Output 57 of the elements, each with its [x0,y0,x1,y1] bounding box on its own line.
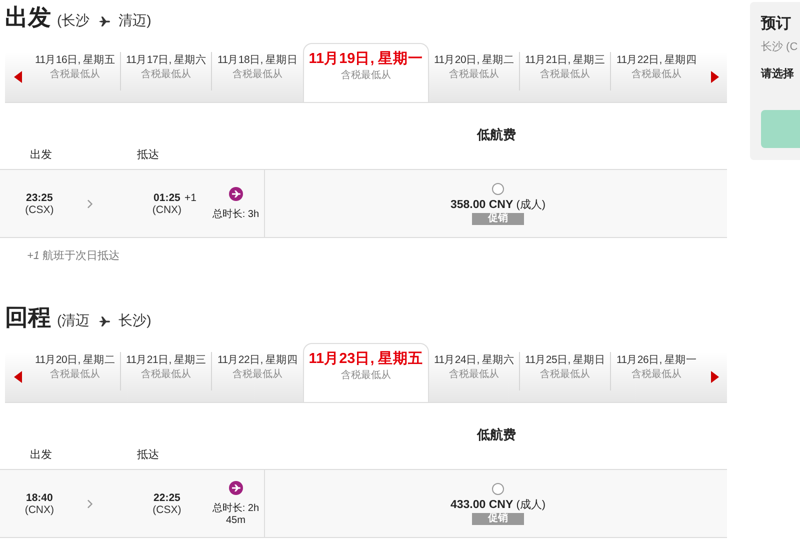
date-tab[interactable]: 11月19日, 星期一 含税最低从 [303,43,429,102]
route-text: 长沙) [118,312,152,330]
airline-plane-icon [228,480,243,494]
column-header: 抵达 [137,449,159,461]
date-tab[interactable]: 11月20日, 星期二 含税最低从 [30,352,121,402]
date-tab[interactable]: 11月20日, 星期二 含税最低从 [429,52,520,102]
chevron-icon [86,198,93,208]
promo-tag: 促销 [472,212,524,224]
previous-arrow-icon[interactable] [14,71,22,83]
fare-price: 358.00 CNY (成人) [450,198,546,212]
route-text: (清迈 [57,312,90,330]
next-arrow-icon[interactable] [710,371,718,383]
depart-time: 18:40 [26,492,53,504]
airport-code: (CSX) [25,204,54,216]
airport-code: (CNX) [152,204,182,216]
plane-icon [98,314,111,328]
date-tab[interactable]: 11月17日, 星期六 含税最低从 [121,52,212,102]
date-tab[interactable]: 11月16日, 星期五 含税最低从 [30,52,121,102]
footnote: +1 航班于次日抵达 [26,248,120,263]
date-tab[interactable]: 11月25日, 星期日 含税最低从 [520,352,611,402]
date-tab[interactable]: 11月22日, 星期四 含税最低从 [611,52,702,102]
date-tab[interactable]: 11月18日, 星期日 含税最低从 [212,52,303,102]
date-tab[interactable]: 11月26日, 星期一 含税最低从 [611,352,702,402]
chevron-icon [86,498,93,508]
date-tab[interactable]: 11月21日, 星期三 含税最低从 [520,52,611,102]
next-arrow-icon[interactable] [710,71,718,83]
summary-title: 预订 [761,14,792,33]
date-tab[interactable]: 11月23日, 星期五 含税最低从 [303,343,429,402]
arrive-time: 01:25 [154,192,180,204]
arrive-time: 22:25 [154,492,180,504]
day-offset: +1 [184,192,196,204]
fare-price: 433.00 CNY (成人) [450,498,546,512]
column-header: 出发 [30,449,52,461]
summary-route: 长沙 (C [761,40,799,54]
fare-header: 低航费 [477,426,516,444]
fare-header: 低航费 [477,126,516,144]
section-title: 回程 [5,303,51,332]
column-header: 抵达 [137,149,159,161]
airport-code: (CSX) [152,504,182,516]
route-text: (长沙 [57,12,90,30]
date-tab[interactable]: 11月22日, 星期四 含税最低从 [212,352,303,402]
section-title: 出发 [5,3,51,32]
fare-radio[interactable] [492,482,504,494]
summary-prompt: 请选择 [761,66,795,81]
airport-code: (CNX) [24,504,54,516]
depart-time: 23:25 [26,192,53,204]
column-header: 出发 [30,149,52,161]
route-text: 清迈) [118,12,152,30]
previous-arrow-icon[interactable] [14,371,22,383]
plane-icon [98,14,111,28]
duration-text: 总时长: 3h [212,208,260,220]
date-tab[interactable]: 11月21日, 星期三 含税最低从 [121,352,212,402]
promo-tag: 促销 [472,512,524,524]
fare-radio[interactable] [492,182,504,194]
date-tab[interactable]: 11月24日, 星期六 含税最低从 [429,352,520,402]
airline-plane-icon [228,186,243,200]
duration-text: 总时长: 2h 45m [211,502,260,526]
